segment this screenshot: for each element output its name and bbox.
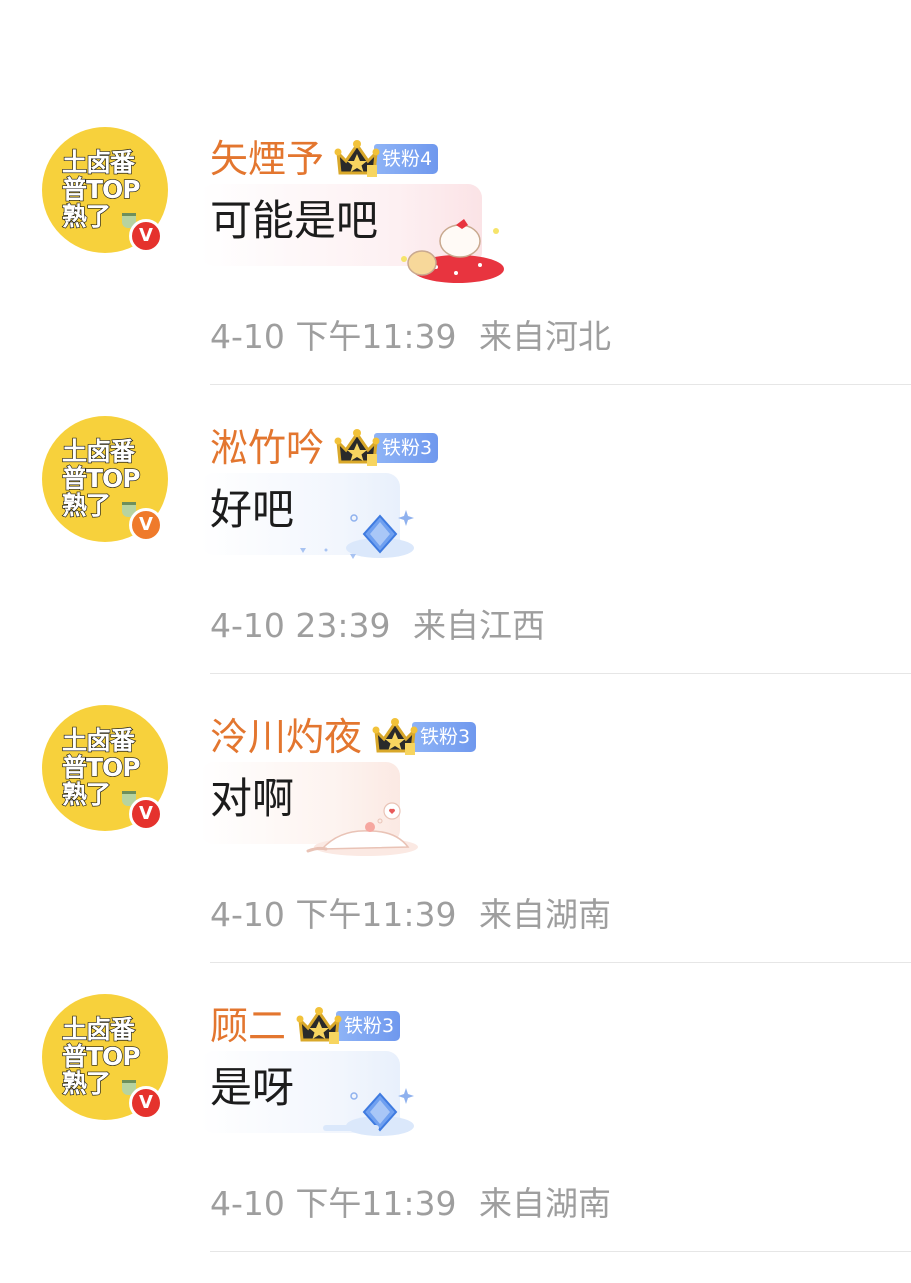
- crown-icon: [334, 429, 380, 466]
- blue-diamond-sticker: [300, 510, 414, 559]
- timestamp: 4-10 下午11:39: [210, 1184, 457, 1223]
- fan-level-badge: 铁粉4: [374, 144, 439, 174]
- comment-item: 土卤番 普TOP 熟了 V 顾二 铁粉3 是呀 4-10 下午11:39 来自湖…: [0, 994, 911, 1283]
- sleeping-cat-sticker: [306, 802, 418, 856]
- blue-diamond-sticker: [323, 1088, 414, 1136]
- timestamp: 4-10 23:39: [210, 606, 391, 645]
- timestamp: 4-10 下午11:39: [210, 895, 457, 934]
- avatar-text: 土卤番 普TOP 熟了: [61, 1015, 141, 1098]
- comment-item: 土卤番 普TOP 熟了 V 矢煙予 铁粉4 可能是吧 4-10 下午11:39 …: [0, 127, 911, 416]
- location: 来自湖南: [479, 1184, 611, 1223]
- comment-text: 是呀: [210, 1063, 295, 1112]
- verified-v-icon: V: [129, 508, 163, 542]
- avatar-text: 土卤番 普TOP 熟了: [61, 148, 141, 231]
- fan-level-badge: 铁粉3: [336, 1011, 401, 1041]
- hello-kitty-strawberry-sticker: [401, 219, 504, 283]
- comment-meta: 4-10 下午11:39 来自河北: [210, 317, 611, 357]
- comment-item: 土卤番 普TOP 熟了 V 淞竹吟 铁粉3 好吧 4-10 23:39 来自江西: [0, 416, 911, 705]
- timestamp: 4-10 下午11:39: [210, 317, 457, 356]
- divider: [210, 962, 911, 963]
- crown-icon: [372, 718, 418, 755]
- avatar-text: 土卤番 普TOP 熟了: [61, 437, 141, 520]
- crown-icon: [334, 140, 380, 177]
- username[interactable]: 矢煙予: [210, 137, 324, 181]
- verified-v-icon: V: [129, 797, 163, 831]
- fan-level-badge: 铁粉3: [412, 722, 477, 752]
- comment-meta: 4-10 23:39 来自江西: [210, 606, 545, 646]
- fan-level-badge: 铁粉3: [374, 433, 439, 463]
- location: 来自湖南: [479, 895, 611, 934]
- comment-text: 可能是吧: [210, 196, 379, 245]
- username[interactable]: 淞竹吟: [210, 426, 324, 470]
- username[interactable]: 泠川灼夜: [210, 715, 362, 759]
- location: 来自江西: [413, 606, 545, 645]
- comment-meta: 4-10 下午11:39 来自湖南: [210, 895, 611, 935]
- verified-v-icon: V: [129, 219, 163, 253]
- verified-v-icon: V: [129, 1086, 163, 1120]
- avatar-text: 土卤番 普TOP 熟了: [61, 726, 141, 809]
- crown-icon: [296, 1007, 342, 1044]
- divider: [210, 384, 911, 385]
- comment-text: 对啊: [210, 774, 295, 823]
- comment-meta: 4-10 下午11:39 来自湖南: [210, 1184, 611, 1224]
- divider: [210, 1251, 911, 1252]
- comment-text: 好吧: [210, 485, 295, 534]
- divider: [210, 673, 911, 674]
- comment-item: 土卤番 普TOP 熟了 V 泠川灼夜 铁粉3 对啊 4-10 下午11:39 来…: [0, 705, 911, 994]
- username[interactable]: 顾二: [210, 1004, 286, 1048]
- location: 来自河北: [479, 317, 611, 356]
